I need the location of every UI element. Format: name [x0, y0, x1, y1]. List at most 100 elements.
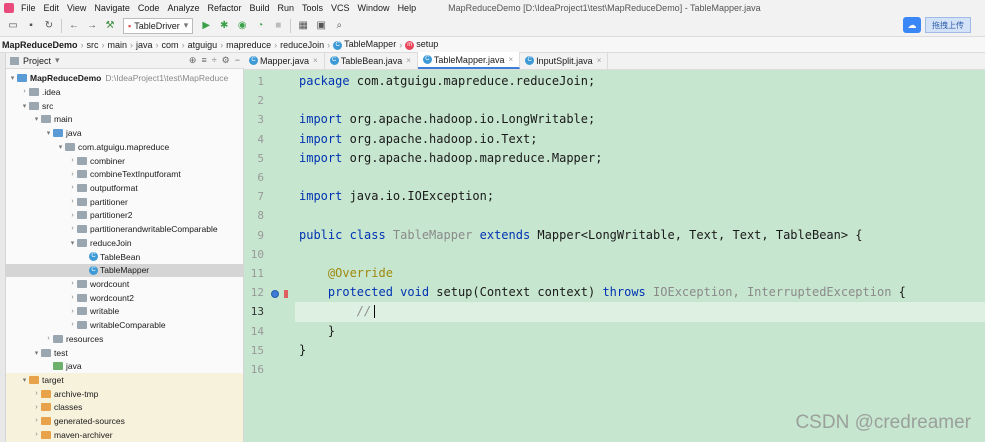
tab-mapper[interactable]: C Mapper.java × — [244, 52, 325, 69]
chevron-down-icon: ▾ — [34, 349, 39, 357]
close-icon[interactable]: × — [508, 55, 513, 64]
coverage-icon[interactable]: ◉ — [235, 19, 249, 33]
menu-refactor[interactable]: Refactor — [203, 3, 245, 13]
run-icon[interactable]: ▶ — [199, 19, 213, 33]
line-number: 15 — [250, 343, 264, 357]
back-icon[interactable]: ← — [67, 19, 81, 33]
menu-build[interactable]: Build — [245, 3, 273, 13]
locate-icon[interactable]: ⊕ — [189, 55, 197, 66]
tree-node[interactable]: ▾ test — [6, 346, 243, 360]
code-text: com.atguigu.mapreduce.reduceJoin; — [349, 74, 596, 88]
upload-button[interactable]: 拖拽上传 — [925, 17, 971, 33]
debug-icon[interactable]: ✱ — [217, 19, 231, 33]
save-icon[interactable]: ▪ — [24, 19, 38, 33]
tab-inputsplit[interactable]: C InputSplit.java × — [520, 52, 609, 69]
open-folder-icon[interactable]: ▭ — [6, 19, 20, 33]
tree-node[interactable]: › writableComparable — [6, 318, 243, 332]
breadcrumb-item[interactable]: main — [108, 40, 128, 50]
tree-node-label: main — [54, 114, 73, 125]
collapse-all-icon[interactable]: ≡ — [201, 55, 206, 66]
menu-run[interactable]: Run — [274, 3, 299, 13]
package-icon — [65, 142, 75, 151]
gear-icon[interactable]: ⚙ — [222, 55, 230, 66]
menu-navigate[interactable]: Navigate — [90, 3, 134, 13]
tree-node[interactable]: › wordcount — [6, 277, 243, 291]
tab-tablemapper[interactable]: C TableMapper.java × — [417, 52, 521, 69]
breadcrumb-item[interactable]: src — [87, 40, 99, 50]
stop-icon[interactable]: ■ — [271, 19, 285, 33]
profile-icon[interactable]: ◔ — [253, 19, 267, 33]
tree-node[interactable]: › partitioner2 — [6, 209, 243, 223]
breadcrumb-item[interactable]: com — [162, 40, 179, 50]
upload-widget[interactable]: ☁ 拖拽上传 — [903, 17, 971, 33]
forward-icon[interactable]: → — [85, 19, 99, 33]
code-editor[interactable]: package com.atguigu.mapreduce.reduceJoin… — [295, 70, 985, 442]
editor-tabs: C Mapper.java × C TableBean.java × C TableMap… — [244, 52, 985, 70]
tree-node[interactable]: › partitioner — [6, 195, 243, 209]
bookmark-icon[interactable] — [284, 290, 288, 298]
sdk-icon[interactable]: ▣ — [314, 19, 328, 33]
hide-icon[interactable]: − — [235, 55, 240, 66]
close-icon[interactable]: × — [406, 56, 411, 65]
tree-node[interactable]: C TableBean — [6, 250, 243, 264]
line-number: 10 — [250, 247, 264, 261]
hammer-build-icon[interactable]: ⚒ — [103, 19, 117, 33]
menu-tools[interactable]: Tools — [298, 3, 327, 13]
refresh-icon[interactable]: ↻ — [42, 19, 56, 33]
run-config-dropdown[interactable]: ▪ TableDriver ▾ — [123, 17, 194, 34]
breadcrumb-item[interactable]: MapReduceDemo — [2, 40, 78, 50]
tree-node[interactable]: › resources — [6, 332, 243, 346]
tree-node-project-root[interactable]: ▾ MapReduceDemo D:\IdeaProject1\test\MapRe… — [6, 71, 243, 85]
tree-node[interactable]: › classes — [6, 400, 243, 415]
tree-node[interactable]: ▾ main — [6, 113, 243, 127]
breadcrumb-separator-icon: › — [181, 39, 185, 50]
tree-node-selected[interactable]: C TableMapper — [6, 263, 243, 278]
menu-vcs[interactable]: VCS — [327, 3, 354, 13]
tree-node[interactable]: › partitionerandwritableComparable — [6, 222, 243, 236]
menu-view[interactable]: View — [63, 3, 90, 13]
chevron-down-icon: ▾ — [58, 143, 63, 151]
project-view-dropdown[interactable]: Project — [23, 56, 51, 66]
tree-node[interactable]: › wordcount2 — [6, 291, 243, 305]
class-icon: C — [89, 252, 98, 262]
breadcrumb-item[interactable]: atguigu — [188, 40, 218, 50]
override-method-icon[interactable] — [271, 290, 279, 298]
tree-node[interactable]: › .idea — [6, 85, 243, 99]
chevron-down-icon[interactable]: ▾ — [55, 55, 60, 66]
package-icon — [77, 279, 87, 288]
close-icon[interactable]: × — [313, 56, 318, 65]
project-structure-icon[interactable]: ▦ — [296, 19, 310, 33]
tree-node[interactable]: ▾ src — [6, 99, 243, 113]
tree-node[interactable]: ▾ com.atguigu.mapreduce — [6, 140, 243, 154]
tree-node[interactable]: ▾ target — [6, 373, 243, 387]
tree-node-label: java — [66, 127, 82, 138]
tree-node[interactable]: ▾ java — [6, 126, 243, 140]
menu-code[interactable]: Code — [134, 3, 164, 13]
tree-node[interactable]: ▾ reduceJoin — [6, 236, 243, 250]
close-icon[interactable]: × — [597, 56, 602, 65]
code-text: org.apache.hadoop.io.Text; — [342, 131, 538, 146]
tree-node-path: D:\IdeaProject1\test\MapReduce — [105, 72, 229, 83]
tree-node[interactable]: › writable — [6, 305, 243, 319]
tree-node[interactable]: › outputformat — [6, 181, 243, 195]
breadcrumb-item[interactable]: java — [136, 40, 153, 50]
tree-node[interactable]: java — [6, 360, 243, 374]
expand-all-icon[interactable]: ÷ — [212, 55, 217, 66]
tree-node[interactable]: › maven-archiver — [6, 428, 243, 442]
tree-node[interactable]: › generated-sources — [6, 414, 243, 428]
breadcrumb-item[interactable]: mapreduce — [226, 40, 271, 50]
menu-help[interactable]: Help — [394, 3, 421, 13]
tree-node[interactable]: › combiner — [6, 154, 243, 168]
breadcrumb-item[interactable]: m setup — [405, 39, 438, 50]
menu-analyze[interactable]: Analyze — [163, 3, 203, 13]
tab-tablebean[interactable]: C TableBean.java × — [325, 52, 418, 69]
tree-node[interactable]: › archive-tmp — [6, 387, 243, 401]
breadcrumb-item[interactable]: reduceJoin — [280, 40, 324, 50]
menu-file[interactable]: File — [17, 3, 40, 13]
menu-window[interactable]: Window — [354, 3, 394, 13]
breadcrumb-item[interactable]: C TableMapper — [333, 39, 396, 50]
tree-node[interactable]: › combineTextInputforamt — [6, 168, 243, 182]
menu-edit[interactable]: Edit — [40, 3, 64, 13]
search-icon[interactable]: ⌕ — [332, 19, 346, 33]
tree-node-label: maven-archiver — [54, 429, 113, 440]
